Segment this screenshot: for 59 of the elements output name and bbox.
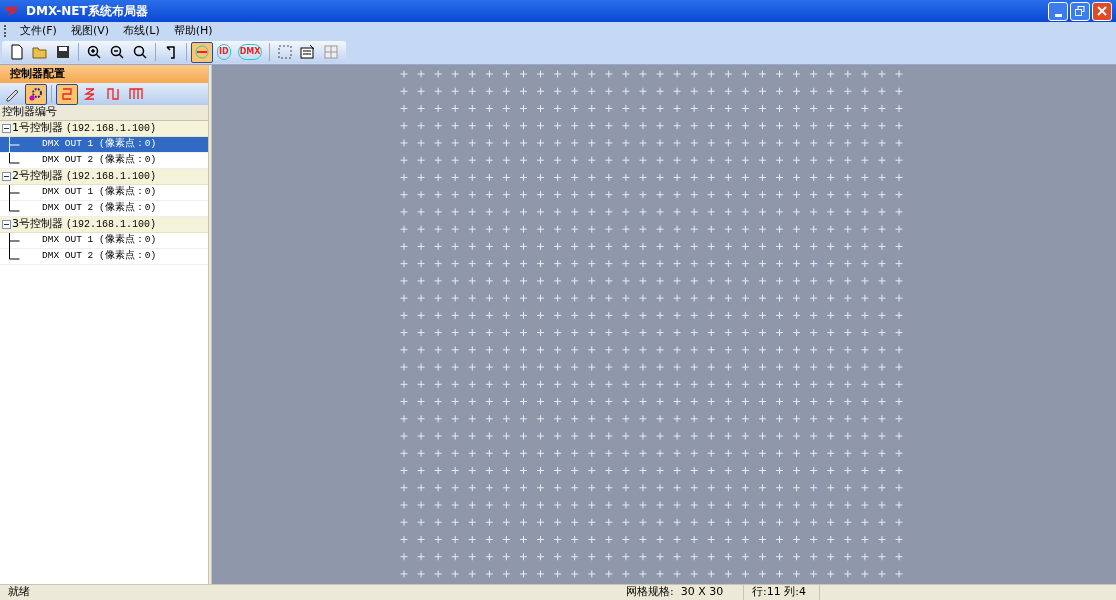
column-header: 控制器编号 bbox=[0, 105, 208, 121]
route-icon bbox=[128, 86, 144, 102]
menu-item[interactable]: 文件(F) bbox=[20, 22, 57, 40]
controller-name: 3号控制器 bbox=[12, 216, 63, 233]
tree-item[interactable]: DMX OUT 1 (像素点：0) bbox=[0, 137, 208, 153]
gear-icon bbox=[28, 86, 44, 102]
collapse-icon[interactable] bbox=[2, 172, 11, 181]
controller-name: 1号控制器 bbox=[12, 120, 63, 137]
tree-line-icon bbox=[9, 136, 20, 153]
position-text: 行:11 列:4 bbox=[744, 584, 820, 600]
ip-address: (192.168.1.100) bbox=[66, 218, 156, 232]
route-icon bbox=[105, 86, 121, 102]
status-text: 就绪 bbox=[7, 584, 31, 600]
dotted-square-icon bbox=[277, 44, 294, 60]
tree-item[interactable]: DMX OUT 2 (像素点：0) bbox=[0, 153, 208, 169]
collapse-icon[interactable] bbox=[2, 220, 11, 229]
menu-item[interactable]: 视图(V) bbox=[70, 22, 110, 40]
new-file-icon bbox=[9, 44, 25, 60]
tree-item[interactable]: DMX OUT 2 (像素点：0) bbox=[0, 201, 208, 217]
search-icon bbox=[132, 44, 148, 60]
minimize-icon bbox=[1054, 13, 1062, 17]
properties-icon bbox=[300, 44, 317, 60]
restore-icon bbox=[1075, 6, 1085, 16]
output-label: DMX OUT 2 (像素点：0) bbox=[42, 153, 157, 168]
tree-node[interactable]: 1号控制器 (192.168.1.100) bbox=[0, 121, 208, 137]
output-label: DMX OUT 1 (像素点：0) bbox=[42, 137, 157, 152]
grid-size-text: 网格规格: 30 X 30 bbox=[600, 584, 744, 600]
zoom-out-icon bbox=[109, 44, 125, 60]
toolbar-button[interactable] bbox=[56, 83, 78, 105]
folder-icon bbox=[32, 44, 48, 60]
window-title: DMX-NET系统布局器 bbox=[26, 3, 148, 20]
controller-name: 2号控制器 bbox=[12, 168, 63, 185]
close-button[interactable] bbox=[1092, 1, 1112, 21]
menu-item[interactable]: 布线(L) bbox=[123, 22, 160, 40]
save-icon bbox=[55, 44, 71, 60]
output-label: DMX OUT 2 (像素点：0) bbox=[42, 201, 157, 216]
collapse-icon[interactable] bbox=[2, 124, 11, 133]
menu-item[interactable]: 帮助(H) bbox=[173, 22, 213, 40]
tree-line-icon bbox=[9, 232, 20, 249]
route-icon bbox=[59, 86, 75, 102]
minimize-button[interactable] bbox=[1048, 1, 1068, 21]
tree-node[interactable]: 3号控制器 (192.168.1.100) bbox=[0, 217, 208, 233]
ip-address: (192.168.1.100) bbox=[66, 122, 156, 136]
output-label: DMX OUT 1 (像素点：0) bbox=[42, 233, 157, 248]
toolbar-button[interactable] bbox=[191, 41, 213, 63]
output-label: DMX OUT 1 (像素点：0) bbox=[42, 185, 157, 200]
close-icon bbox=[1097, 6, 1107, 16]
tree-item[interactable]: DMX OUT 1 (像素点：0) bbox=[0, 233, 208, 249]
grid-icon bbox=[323, 44, 340, 60]
panel-title: 控制器配置 bbox=[10, 65, 65, 82]
tree-item[interactable]: DMX OUT 1 (像素点：0) bbox=[0, 185, 208, 201]
tree-line-icon bbox=[9, 184, 20, 201]
tree-node[interactable]: 2号控制器 (192.168.1.100) bbox=[0, 169, 208, 185]
output-label: DMX OUT 2 (像素点：0) bbox=[42, 249, 157, 264]
ip-address: (192.168.1.100) bbox=[66, 170, 156, 184]
restore-button[interactable] bbox=[1070, 1, 1090, 21]
toolbar-button[interactable] bbox=[25, 83, 47, 105]
tree-item[interactable]: DMX OUT 2 (像素点：0) bbox=[0, 249, 208, 265]
zoom-in-icon bbox=[86, 44, 102, 60]
